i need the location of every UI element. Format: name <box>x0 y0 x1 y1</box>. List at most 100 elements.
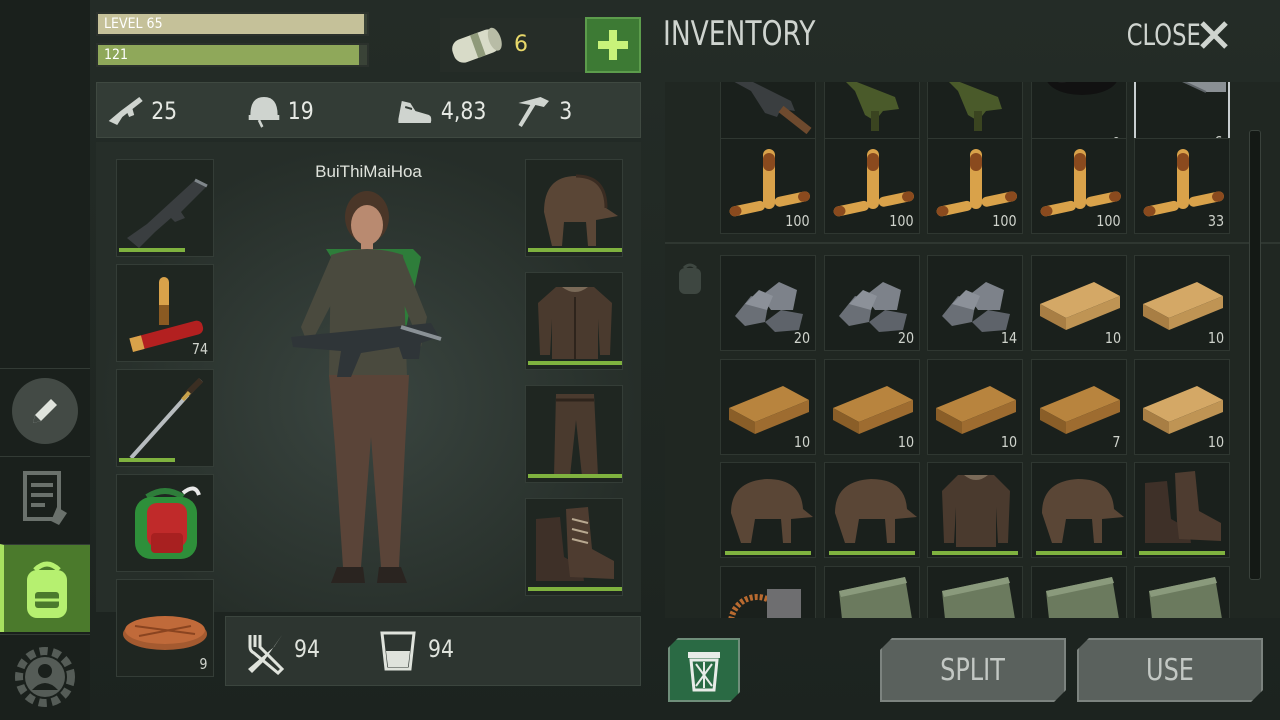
inventory-slot[interactable] <box>1031 462 1127 558</box>
inventory-slot[interactable]: 100 <box>927 138 1023 234</box>
inventory-slot[interactable]: 100 <box>1031 138 1127 234</box>
inventory-slot[interactable] <box>1031 566 1127 618</box>
inventory-slot[interactable] <box>927 462 1023 558</box>
add-money-button[interactable] <box>585 17 641 73</box>
backpack-section-icon <box>679 263 701 294</box>
inventory-slot[interactable]: 7 <box>1031 359 1127 455</box>
gear-profile-icon <box>15 646 75 707</box>
equip-body-slot[interactable] <box>525 272 623 370</box>
inventory-slot[interactable] <box>1134 566 1230 618</box>
equip-legs-slot[interactable] <box>525 385 623 483</box>
food-value: 94 <box>294 635 320 663</box>
sneaker-icon <box>398 101 432 123</box>
item-count: 20 <box>793 329 810 347</box>
water-value: 94 <box>428 635 454 663</box>
item-count: 100 <box>1096 212 1121 230</box>
close-icon <box>1200 21 1228 49</box>
katana-icon <box>129 377 204 460</box>
durability-bar <box>528 361 622 365</box>
inventory-slot[interactable]: 100 <box>824 138 920 234</box>
durability-bar <box>528 587 622 591</box>
ushanka-hat-icon <box>731 479 813 543</box>
inventory-slot[interactable]: 10 <box>824 359 920 455</box>
ushanka-hat-icon <box>1042 479 1124 543</box>
durability-bar <box>528 248 622 252</box>
inventory-slot[interactable] <box>720 566 816 618</box>
use-button[interactable]: USE <box>1077 638 1263 702</box>
nav-notes-button[interactable] <box>0 456 90 540</box>
helmet-icon <box>248 97 280 128</box>
equip-feet-slot[interactable] <box>525 498 623 596</box>
jacket-icon <box>538 287 612 359</box>
copper-coil-icon <box>728 589 801 618</box>
item-count: 14 <box>1000 329 1017 347</box>
level-bar: LEVEL 65 <box>96 12 369 36</box>
backpack-icon <box>135 486 201 559</box>
character-figure <box>291 191 442 583</box>
inventory-slot[interactable] <box>824 462 920 558</box>
inventory-slot[interactable]: 10 <box>1134 255 1230 351</box>
split-button[interactable]: SPLIT <box>880 638 1066 702</box>
axe-icon <box>518 97 549 127</box>
item-count: 74 <box>191 340 208 358</box>
green-plate-icon <box>839 577 912 618</box>
stat-attack: 25 <box>107 93 177 129</box>
notes-icon <box>23 470 67 525</box>
backpack-icon <box>27 561 67 618</box>
item-count: 10 <box>1207 329 1224 347</box>
inventory-slot[interactable]: 10 <box>720 359 816 455</box>
inventory-slot[interactable]: 20 <box>824 255 920 351</box>
item-count: 100 <box>992 212 1017 230</box>
use-label: USE <box>1146 652 1194 688</box>
stats-bar: 25 19 4,83 3 <box>96 82 641 138</box>
equip-head-slot[interactable] <box>525 159 623 257</box>
jacket-icon <box>942 475 1010 547</box>
nav-inventory-button[interactable] <box>0 544 90 632</box>
inventory-slot[interactable]: 100 <box>720 138 816 234</box>
cash-roll-icon <box>452 27 502 63</box>
stat-speed-value: 4,83 <box>440 97 487 125</box>
boots-icon <box>536 507 614 581</box>
xp-bar: 121 <box>96 43 369 67</box>
inventory-slot[interactable]: 10 <box>927 359 1023 455</box>
equip-ammo-slot[interactable]: 74 <box>116 264 214 362</box>
inventory-scrollbar[interactable] <box>1249 130 1261 580</box>
equip-food-slot[interactable]: 9 <box>116 579 214 677</box>
boots-icon <box>1145 471 1221 543</box>
water-cup-icon <box>380 631 416 671</box>
equip-melee-slot[interactable] <box>116 369 214 467</box>
inventory-slot[interactable]: 33 <box>1134 138 1230 234</box>
durability-bar <box>119 248 185 252</box>
inventory-slot[interactable]: 10 <box>1134 359 1230 455</box>
equip-weapon-slot[interactable] <box>116 159 214 257</box>
xp-bar-fill <box>98 45 359 65</box>
green-plate-icon <box>1149 577 1222 618</box>
item-count: 9 <box>199 655 208 673</box>
section-divider <box>665 242 1280 244</box>
item-count: 100 <box>889 212 914 230</box>
inventory-slot[interactable]: 10 <box>1031 255 1127 351</box>
inventory-slot[interactable] <box>720 462 816 558</box>
nav-crafting-button[interactable] <box>0 368 90 452</box>
split-label: SPLIT <box>940 652 1006 688</box>
durability-bar <box>119 458 176 462</box>
assault-rifle-icon <box>127 178 208 248</box>
trash-button[interactable] <box>668 638 740 702</box>
inventory-slot[interactable] <box>824 566 920 618</box>
durability-bar <box>1139 551 1225 555</box>
ushanka-hat-icon <box>835 479 917 543</box>
side-nav <box>0 0 90 720</box>
inventory-slot[interactable]: 14 <box>927 255 1023 351</box>
inventory-slot[interactable]: 20 <box>720 255 816 351</box>
plus-icon <box>598 30 628 60</box>
equip-backpack-slot[interactable] <box>116 474 214 572</box>
nav-profile-button[interactable] <box>0 634 90 718</box>
item-count: 100 <box>785 212 810 230</box>
inventory-slot[interactable] <box>1134 462 1230 558</box>
stat-chop: 3 <box>515 93 572 129</box>
inventory-slot[interactable] <box>927 566 1023 618</box>
level-label: LEVEL 65 <box>104 16 163 32</box>
close-button[interactable]: CLOSE <box>1110 18 1230 52</box>
item-count: 20 <box>897 329 914 347</box>
stat-armor: 19 <box>247 93 314 129</box>
